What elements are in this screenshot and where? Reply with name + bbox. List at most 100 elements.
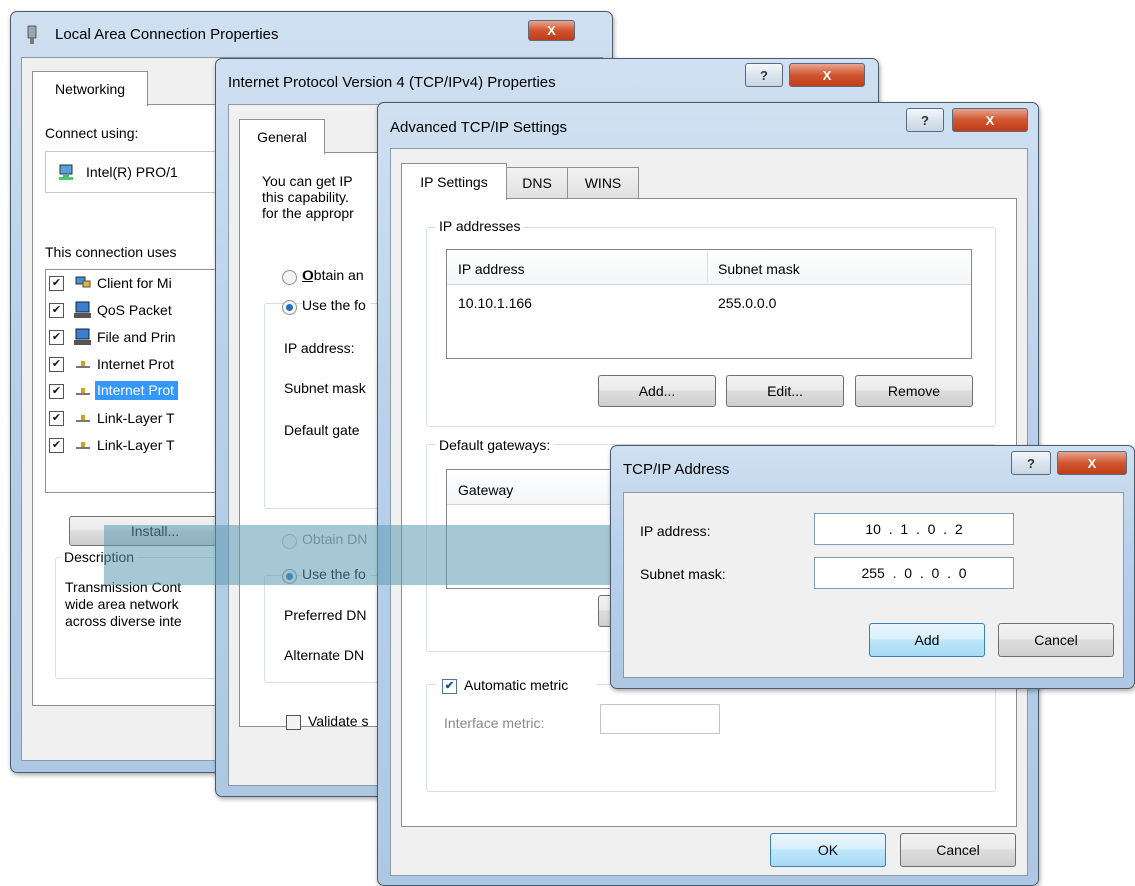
ip-column-header[interactable]: IP address bbox=[458, 261, 525, 277]
close-icon: X bbox=[822, 67, 832, 83]
cancel-button[interactable]: Cancel bbox=[998, 623, 1114, 657]
tcpip-address-dialog: TCP/IP Address ? X IP address: 10 . 1 . … bbox=[610, 445, 1135, 689]
obtain-dns-radio[interactable] bbox=[282, 534, 297, 549]
alternate-dns-label: Alternate DN bbox=[284, 647, 365, 663]
close-icon: X bbox=[985, 112, 995, 128]
edit-ip-button[interactable]: Edit... bbox=[726, 375, 844, 407]
component-item-1[interactable]: ✔ Client for Mi bbox=[49, 273, 189, 295]
intro-line-3: for the appropr bbox=[262, 205, 354, 221]
use-following-ip-radio[interactable] bbox=[282, 300, 297, 315]
checkbox[interactable]: ✔ bbox=[49, 276, 64, 291]
connection-uses-label: This connection uses bbox=[45, 244, 177, 260]
ip-row-mask[interactable]: 255.0.0.0 bbox=[718, 295, 776, 311]
qos-icon bbox=[74, 301, 91, 318]
protocol-icon bbox=[76, 361, 90, 368]
checkbox[interactable]: ✔ bbox=[49, 411, 64, 426]
subnet-mask-label: Subnet mask: bbox=[640, 566, 726, 582]
default-gateways-label: Default gateways: bbox=[436, 437, 554, 453]
component-item-7[interactable]: ✔ Link-Layer T bbox=[49, 435, 189, 457]
tab-label: WINS bbox=[584, 175, 622, 191]
tab-label: DNS bbox=[522, 175, 552, 191]
help-button[interactable]: ? bbox=[906, 108, 944, 132]
intro-line-2: this capability. bbox=[262, 189, 349, 205]
protocol-icon bbox=[76, 415, 90, 422]
obtain-dns-label: Obtain DN bbox=[302, 531, 368, 547]
window-title: Internet Protocol Version 4 (TCP/IPv4) P… bbox=[228, 74, 556, 91]
obtain-ip-label: OObtain an bbox=[302, 267, 364, 283]
ok-button[interactable]: OK bbox=[770, 833, 886, 867]
subnet-mask-value: 255 . 0 . 0 . 0 bbox=[861, 565, 967, 581]
close-icon: X bbox=[547, 23, 556, 38]
close-button[interactable]: X bbox=[952, 108, 1028, 132]
component-item-6[interactable]: ✔ Link-Layer T bbox=[49, 408, 189, 430]
auto-metric-label: Automatic metric bbox=[464, 677, 569, 693]
close-button[interactable]: X bbox=[789, 63, 865, 87]
add-label: Add... bbox=[638, 383, 676, 399]
description-line-3: across diverse inte bbox=[65, 613, 182, 629]
description-line-2: wide area network bbox=[65, 596, 179, 612]
ip-list-header bbox=[447, 250, 971, 285]
connect-using-label: Connect using: bbox=[45, 125, 139, 141]
help-icon: ? bbox=[1027, 455, 1035, 471]
file-print-icon bbox=[74, 328, 91, 345]
use-following-dns-radio[interactable] bbox=[282, 569, 297, 584]
tab-ip-settings[interactable]: IP Settings bbox=[401, 163, 507, 200]
component-label: Link-Layer T bbox=[97, 437, 175, 453]
network-adapter-icon bbox=[27, 25, 37, 44]
component-label: Internet Prot bbox=[97, 356, 175, 372]
client-icon bbox=[75, 276, 91, 288]
tab-label: Networking bbox=[54, 81, 126, 97]
close-button[interactable]: X bbox=[1057, 451, 1127, 475]
obtain-ip-radio[interactable] bbox=[282, 270, 297, 285]
component-item-3[interactable]: ✔ File and Prin bbox=[49, 327, 189, 349]
add-label: Add bbox=[914, 632, 940, 648]
add-ip-button[interactable]: Add... bbox=[598, 375, 716, 407]
cancel-label: Cancel bbox=[936, 842, 980, 858]
metric-group bbox=[426, 684, 996, 792]
tab-general[interactable]: General bbox=[239, 119, 325, 154]
window-title: Advanced TCP/IP Settings bbox=[390, 119, 568, 136]
checkbox[interactable]: ✔ bbox=[49, 330, 64, 345]
ip-address-value: 10 . 1 . 0 . 2 bbox=[865, 521, 963, 537]
close-button[interactable]: X bbox=[528, 20, 575, 41]
tab-dns[interactable]: DNS bbox=[506, 167, 568, 198]
auto-metric-checkbox[interactable]: ✔ bbox=[442, 679, 457, 694]
tab-wins[interactable]: WINS bbox=[567, 167, 639, 198]
interface-metric-field[interactable] bbox=[600, 704, 720, 734]
use-following-dns-label: Use the fo bbox=[302, 566, 370, 582]
validate-checkbox[interactable] bbox=[286, 715, 301, 730]
help-icon: ? bbox=[760, 67, 768, 83]
ip-address-field[interactable]: 10 . 1 . 0 . 2 bbox=[814, 513, 1014, 545]
ip-address-label: IP address: bbox=[640, 523, 711, 539]
gateway-column-header[interactable]: Gateway bbox=[458, 482, 513, 498]
protocol-icon bbox=[76, 388, 90, 395]
close-icon: X bbox=[1087, 455, 1097, 471]
validate-label: Validate s bbox=[308, 713, 369, 729]
component-label: QoS Packet bbox=[97, 302, 172, 318]
component-item-5[interactable]: ✔ Internet Prot bbox=[49, 381, 189, 403]
default-gateway-label: Default gate bbox=[284, 422, 360, 438]
component-item-4[interactable]: ✔ Internet Prot bbox=[49, 354, 189, 376]
install-label: Install... bbox=[130, 523, 180, 539]
checkbox[interactable]: ✔ bbox=[49, 357, 64, 372]
subnet-mask-field[interactable]: 255 . 0 . 0 . 0 bbox=[814, 557, 1014, 589]
ip-row-ip[interactable]: 10.10.1.166 bbox=[458, 295, 532, 311]
tab-networking[interactable]: Networking bbox=[32, 71, 148, 106]
help-button[interactable]: ? bbox=[745, 63, 783, 87]
tab-label: General bbox=[257, 129, 307, 145]
add-button[interactable]: Add bbox=[869, 623, 985, 657]
checkbox[interactable]: ✔ bbox=[49, 438, 64, 453]
help-button[interactable]: ? bbox=[1011, 451, 1051, 475]
intro-line-1: You can get IP bbox=[262, 173, 353, 189]
checkbox[interactable]: ✔ bbox=[49, 384, 64, 399]
interface-metric-label: Interface metric: bbox=[444, 715, 545, 731]
auto-metric-row[interactable]: ✔ Automatic metric bbox=[436, 675, 596, 697]
component-label: Client for Mi bbox=[97, 275, 172, 291]
cancel-button[interactable]: Cancel bbox=[900, 833, 1016, 867]
mask-column-header[interactable]: Subnet mask bbox=[718, 261, 800, 277]
remove-ip-button[interactable]: Remove bbox=[855, 375, 973, 407]
component-label-selected: Internet Prot bbox=[95, 381, 179, 400]
checkbox[interactable]: ✔ bbox=[49, 303, 64, 318]
window-client: IP address: 10 . 1 . 0 . 2 Subnet mask: … bbox=[623, 492, 1124, 678]
component-item-2[interactable]: ✔ QoS Packet bbox=[49, 300, 189, 322]
